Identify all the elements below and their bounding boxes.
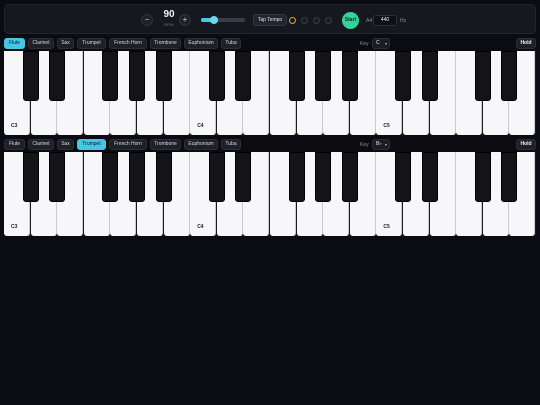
black-key[interactable] [501, 152, 518, 202]
key-label: Key [360, 41, 369, 47]
tap-tempo-button[interactable]: Tap Tempo [253, 14, 287, 26]
black-key[interactable] [129, 152, 145, 202]
beat-indicator-4 [325, 17, 332, 24]
instrument-row-1: Flute Clarinet Sax Trumpet French Horn Trombo… [4, 38, 536, 49]
key-select-value: C [376, 40, 380, 46]
black-key[interactable] [155, 51, 172, 101]
black-key[interactable] [22, 51, 39, 101]
instrument-tab-euphonium[interactable]: Euphonium [184, 139, 218, 150]
black-key[interactable] [22, 152, 39, 202]
beat-indicator-1 [289, 17, 296, 24]
start-button[interactable]: Start [342, 12, 359, 29]
tempo-slider-thumb[interactable] [210, 16, 219, 24]
piano-keyboard-1: C3 C4 C5 [4, 51, 536, 135]
chevron-down-icon: ▾ [384, 41, 387, 46]
black-key[interactable] [288, 152, 305, 202]
note-label: C5 [383, 224, 390, 230]
note-label: C5 [383, 123, 390, 129]
black-key[interactable] [288, 51, 305, 101]
hz-label: Hz [400, 18, 407, 24]
black-key[interactable] [474, 51, 491, 101]
instrument-tab-clarinet[interactable]: Clarinet [28, 139, 54, 150]
black-key[interactable] [49, 51, 66, 101]
note-label: C4 [197, 224, 204, 230]
instrument-tab-tuba[interactable]: Tuba [221, 139, 241, 150]
instrument-tab-euphonium[interactable]: Euphonium [184, 38, 218, 49]
black-key[interactable] [501, 51, 518, 101]
black-key[interactable] [102, 51, 119, 101]
black-key[interactable] [49, 152, 66, 202]
a4-label: A4 [366, 18, 373, 24]
black-key[interactable] [395, 51, 411, 101]
black-key[interactable] [341, 51, 358, 101]
key-label: Key [360, 142, 369, 148]
chevron-down-icon: ▾ [384, 142, 387, 147]
instrument-tab-trumpet[interactable]: Trumpet [77, 38, 106, 49]
black-key[interactable] [155, 152, 172, 202]
instrument-row-2: Flute Clarinet Sax Trumpet French Horn Trombo… [4, 139, 536, 150]
bpm-label: BPM [164, 22, 174, 27]
instrument-tab-french-horn[interactable]: French Horn [109, 139, 147, 150]
note-label: C4 [197, 123, 204, 129]
black-key[interactable] [208, 51, 225, 101]
instrument-tab-tuba[interactable]: Tuba [221, 38, 241, 49]
instrument-tab-trombone[interactable]: Trombone [150, 38, 181, 49]
black-key[interactable] [235, 152, 252, 202]
instrument-tab-sax[interactable]: Sax [57, 139, 74, 150]
note-label: C3 [11, 224, 18, 230]
bpm-decrement-button[interactable]: − [141, 14, 153, 26]
black-key[interactable] [421, 51, 438, 101]
instrument-tab-flute[interactable]: Flute [4, 139, 25, 150]
hold-button[interactable]: Hold [516, 38, 536, 49]
a4-frequency-input[interactable]: 440 [373, 15, 397, 26]
black-key[interactable] [421, 152, 438, 202]
instrument-tab-sax[interactable]: Sax [57, 38, 74, 49]
instrument-tab-trombone[interactable]: Trombone [150, 139, 181, 150]
instrument-tab-french-horn[interactable]: French Horn [109, 38, 147, 49]
bpm-increment-button[interactable]: + [179, 14, 191, 26]
tempo-slider[interactable] [201, 16, 245, 24]
key-select-value: B♭ [376, 141, 382, 147]
beat-indicator-3 [313, 17, 320, 24]
black-key[interactable] [315, 51, 332, 101]
beat-indicator-2 [301, 17, 308, 24]
note-label: C3 [11, 123, 18, 129]
key-select[interactable]: C ▾ [372, 38, 390, 49]
black-key[interactable] [341, 152, 358, 202]
black-key[interactable] [208, 152, 225, 202]
piano-keyboard-2: C3 C4 C5 [4, 152, 536, 236]
black-key[interactable] [129, 51, 145, 101]
hold-button[interactable]: Hold [516, 139, 536, 150]
black-key[interactable] [315, 152, 332, 202]
instrument-tab-flute[interactable]: Flute [4, 38, 25, 49]
black-key[interactable] [395, 152, 411, 202]
black-key[interactable] [235, 51, 252, 101]
black-key[interactable] [102, 152, 119, 202]
bpm-value: 90 [163, 9, 175, 20]
black-key[interactable] [474, 152, 491, 202]
instrument-tab-trumpet[interactable]: Trumpet [77, 139, 106, 150]
instrument-tab-clarinet[interactable]: Clarinet [28, 38, 54, 49]
key-select[interactable]: B♭ ▾ [372, 139, 390, 150]
transport-bar: − 90 BPM + Tap Tempo Start A4 440 Hz [4, 4, 536, 34]
